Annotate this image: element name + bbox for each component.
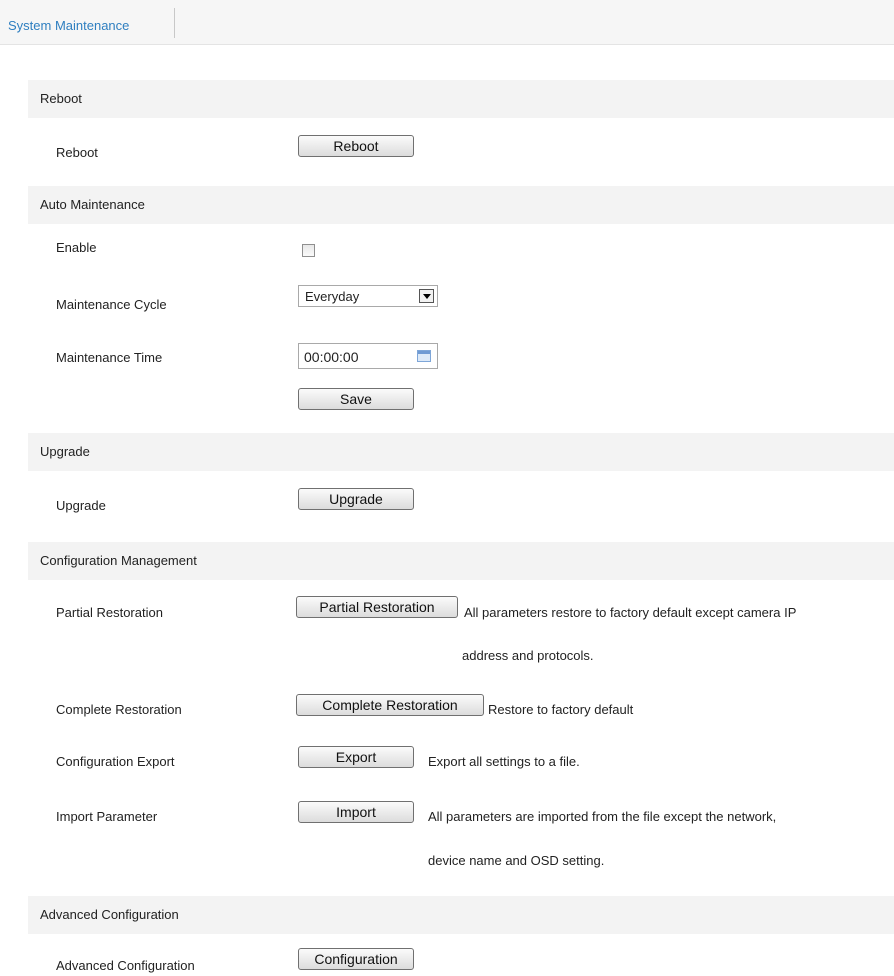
chevron-down-icon[interactable] — [419, 289, 434, 303]
section-header-upgrade: Upgrade — [28, 433, 894, 471]
partial-restoration-description: All parameters restore to factory defaul… — [464, 605, 797, 620]
maintenance-cycle-label: Maintenance Cycle — [56, 297, 167, 312]
section-header-reboot: Reboot — [28, 80, 894, 118]
maintenance-cycle-select[interactable]: Everyday — [298, 285, 438, 307]
import-parameter-description-line2: device name and OSD setting. — [428, 853, 605, 868]
export-button[interactable]: Export — [298, 746, 414, 768]
import-button[interactable]: Import — [298, 801, 414, 823]
save-button[interactable]: Save — [298, 388, 414, 410]
complete-restoration-button[interactable]: Complete Restoration — [296, 694, 484, 716]
enable-label: Enable — [56, 240, 97, 255]
maintenance-time-value: 00:00:00 — [304, 349, 359, 365]
reboot-label: Reboot — [56, 145, 98, 160]
section-header-auto-maintenance: Auto Maintenance — [28, 186, 894, 224]
import-parameter-label: Import Parameter — [56, 809, 158, 824]
complete-restoration-description: Restore to factory default — [488, 702, 634, 717]
upgrade-label: Upgrade — [56, 498, 106, 513]
section-header-advanced-configuration: Advanced Configuration — [28, 896, 894, 934]
upgrade-button[interactable]: Upgrade — [298, 488, 414, 510]
enable-checkbox[interactable] — [302, 244, 315, 257]
import-parameter-description: All parameters are imported from the fil… — [428, 809, 777, 824]
section-header-configuration-management: Configuration Management — [28, 542, 894, 580]
tab-bar: System Maintenance — [0, 0, 894, 45]
maintenance-time-label: Maintenance Time — [56, 350, 163, 365]
tab-system-maintenance[interactable]: System Maintenance — [0, 8, 175, 38]
partial-restoration-button[interactable]: Partial Restoration — [296, 596, 458, 618]
reboot-button[interactable]: Reboot — [298, 135, 414, 157]
maintenance-cycle-value: Everyday — [305, 289, 360, 304]
configuration-export-description: Export all settings to a file. — [428, 754, 580, 769]
configuration-export-label: Configuration Export — [56, 754, 175, 769]
configuration-button[interactable]: Configuration — [298, 948, 414, 970]
partial-restoration-description-line2: address and protocols. — [462, 648, 594, 663]
maintenance-time-input[interactable]: 00:00:00 — [298, 343, 438, 369]
calendar-icon[interactable] — [417, 350, 431, 362]
partial-restoration-label: Partial Restoration — [56, 605, 163, 620]
complete-restoration-label: Complete Restoration — [56, 702, 182, 717]
advanced-configuration-label: Advanced Configuration — [56, 958, 195, 973]
